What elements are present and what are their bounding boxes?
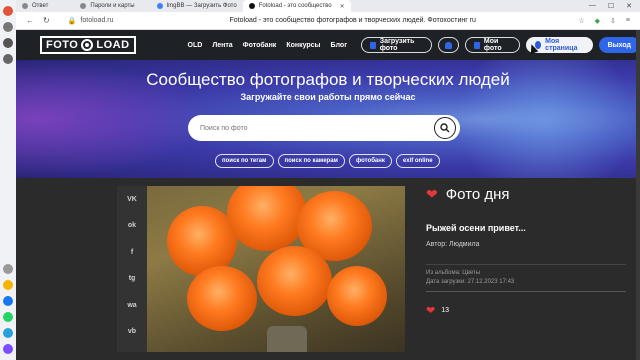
photo-author[interactable]: Автор: Людмила xyxy=(426,241,626,248)
main-menu: OLD Лента Фотобанк Конкурсы Блог xyxy=(188,42,348,49)
main-content: VK ok f tg wa vb ❤ Фото дня Рыжей осени … xyxy=(16,178,640,360)
divider xyxy=(426,264,626,265)
reload-icon[interactable]: ↻ xyxy=(43,16,50,25)
tab-favicon-icon xyxy=(156,3,163,9)
upload-photo-button[interactable]: Загрузить фото xyxy=(361,37,432,53)
bookmark-icon[interactable]: ☆ xyxy=(578,17,584,25)
hero-title: Сообщество фотографов и творческих людей xyxy=(146,70,510,89)
back-icon[interactable]: ← xyxy=(26,16,34,25)
tab-favicon-icon xyxy=(80,3,87,9)
profile-icon[interactable] xyxy=(3,6,13,16)
search-button[interactable] xyxy=(434,117,456,139)
viber-share-icon[interactable]: vb xyxy=(117,319,147,346)
my-photos-button[interactable]: Мои фото xyxy=(465,37,520,53)
minimize-icon[interactable]: — xyxy=(589,2,596,10)
browser-tab-strip: Ответ Пароли и карты ImgBB — Загрузить Ф… xyxy=(16,0,640,12)
divider xyxy=(426,291,626,292)
close-tab-icon[interactable]: ✕ xyxy=(340,3,345,10)
likes-count: 13 xyxy=(441,307,450,314)
heart-icon: ❤ xyxy=(426,186,438,202)
hero-subtitle: Загружайте свои работы прямо сейчас xyxy=(240,92,416,102)
nav-buttons: ← ↻ xyxy=(16,16,50,25)
whatsapp-share-icon[interactable]: wa xyxy=(117,292,147,319)
menu-item-feed[interactable]: Лента xyxy=(212,42,232,49)
photo-title[interactable]: Рыжей осени привет... xyxy=(426,223,626,233)
lens-icon xyxy=(81,39,94,51)
apps-icon[interactable] xyxy=(3,54,13,64)
facebook-share-icon[interactable]: f xyxy=(117,239,147,266)
photo-upload-date: Дата загрузки: 27.12.2023 17:43 xyxy=(426,279,515,285)
upload-icon xyxy=(370,41,376,49)
bell-icon xyxy=(445,41,453,49)
facebook-icon[interactable] xyxy=(3,296,13,306)
extension-icon[interactable]: ◆ xyxy=(595,17,600,25)
tab-passwords[interactable]: Пароли и карты xyxy=(74,0,140,12)
ok-share-icon[interactable]: ok xyxy=(117,213,147,240)
telegram-share-icon[interactable]: tg xyxy=(117,266,147,293)
tag-search-by-tags[interactable]: поиск по тегам xyxy=(215,154,274,168)
search-icon xyxy=(440,123,450,133)
tab-favicon-icon xyxy=(22,3,28,9)
page-scrollbar[interactable] xyxy=(636,30,640,360)
logout-button[interactable]: Выход xyxy=(598,37,640,53)
tab-imgbb[interactable]: ImgBB — Загрузить Фото xyxy=(151,0,243,12)
whatsapp-icon[interactable] xyxy=(3,312,13,322)
assistant-icon[interactable] xyxy=(3,344,13,354)
photo-of-day-image[interactable] xyxy=(147,186,405,352)
notes-icon[interactable] xyxy=(3,280,13,290)
menu-icon[interactable]: ≡ xyxy=(626,17,630,25)
history-icon[interactable] xyxy=(3,22,13,32)
search-tags: поиск по тегам поиск по камерам фотобанк… xyxy=(215,154,440,168)
menu-item-contests[interactable]: Конкурсы xyxy=(286,42,320,49)
tab-fotoload[interactable]: Fotoload - это сообщество ✕ xyxy=(242,0,351,12)
extensions: ☆ ◆ ⇩ ≡ xyxy=(578,17,640,25)
tab-answer[interactable]: Ответ xyxy=(16,0,54,12)
menu-item-old[interactable]: OLD xyxy=(188,42,203,49)
close-window-icon[interactable]: ✕ xyxy=(626,2,632,10)
tab-favicon-icon xyxy=(248,3,255,9)
window-controls: — ☐ ✕ xyxy=(589,2,640,10)
notifications-button[interactable] xyxy=(437,37,460,53)
tag-photobank[interactable]: фотобанк xyxy=(349,154,392,168)
search-box xyxy=(188,115,460,141)
photos-icon xyxy=(474,41,480,49)
address-bar: ← ↻ 🔒 fotoload.ru Fotoload - это сообщес… xyxy=(16,12,640,30)
download-icon[interactable]: ⇩ xyxy=(610,17,616,25)
photo-of-day-panel: ❤ Фото дня Рыжей осени привет... Автор: … xyxy=(426,186,626,317)
like-heart-icon: ❤ xyxy=(426,305,436,317)
menu-item-blog[interactable]: Блог xyxy=(331,42,348,49)
tag-exif-online[interactable]: exif online xyxy=(395,154,440,168)
share-bar: VK ok f tg wa vb xyxy=(117,186,147,352)
likes-button[interactable]: ❤ 13 xyxy=(426,304,626,317)
site-logo[interactable]: FOTO LOAD xyxy=(40,35,136,55)
site-header: FOTO LOAD OLD Лента Фотобанк Конкурсы Бло… xyxy=(16,30,640,60)
vase xyxy=(267,326,307,352)
photo-album[interactable]: Из альбома: Цветы xyxy=(426,269,626,278)
search-input[interactable] xyxy=(200,124,420,132)
telegram-icon[interactable] xyxy=(3,328,13,338)
add-icon[interactable] xyxy=(3,264,13,274)
play-icon[interactable] xyxy=(3,38,13,48)
url-field[interactable]: 🔒 fotoload.ru xyxy=(62,14,120,28)
browser-sidebar xyxy=(0,0,16,360)
photo-of-day-heading: Фото дня xyxy=(445,186,510,203)
vk-share-icon[interactable]: VK xyxy=(117,186,147,213)
menu-item-photobank[interactable]: Фотобанк xyxy=(243,42,277,49)
tag-search-by-cameras[interactable]: поиск по камерам xyxy=(277,154,345,168)
hero-banner: Сообщество фотографов и творческих людей… xyxy=(16,60,640,178)
page-title: Fotoload - это сообщество фотографов и т… xyxy=(229,17,476,24)
lock-icon: 🔒 xyxy=(67,17,77,25)
maximize-icon[interactable]: ☐ xyxy=(608,2,614,10)
